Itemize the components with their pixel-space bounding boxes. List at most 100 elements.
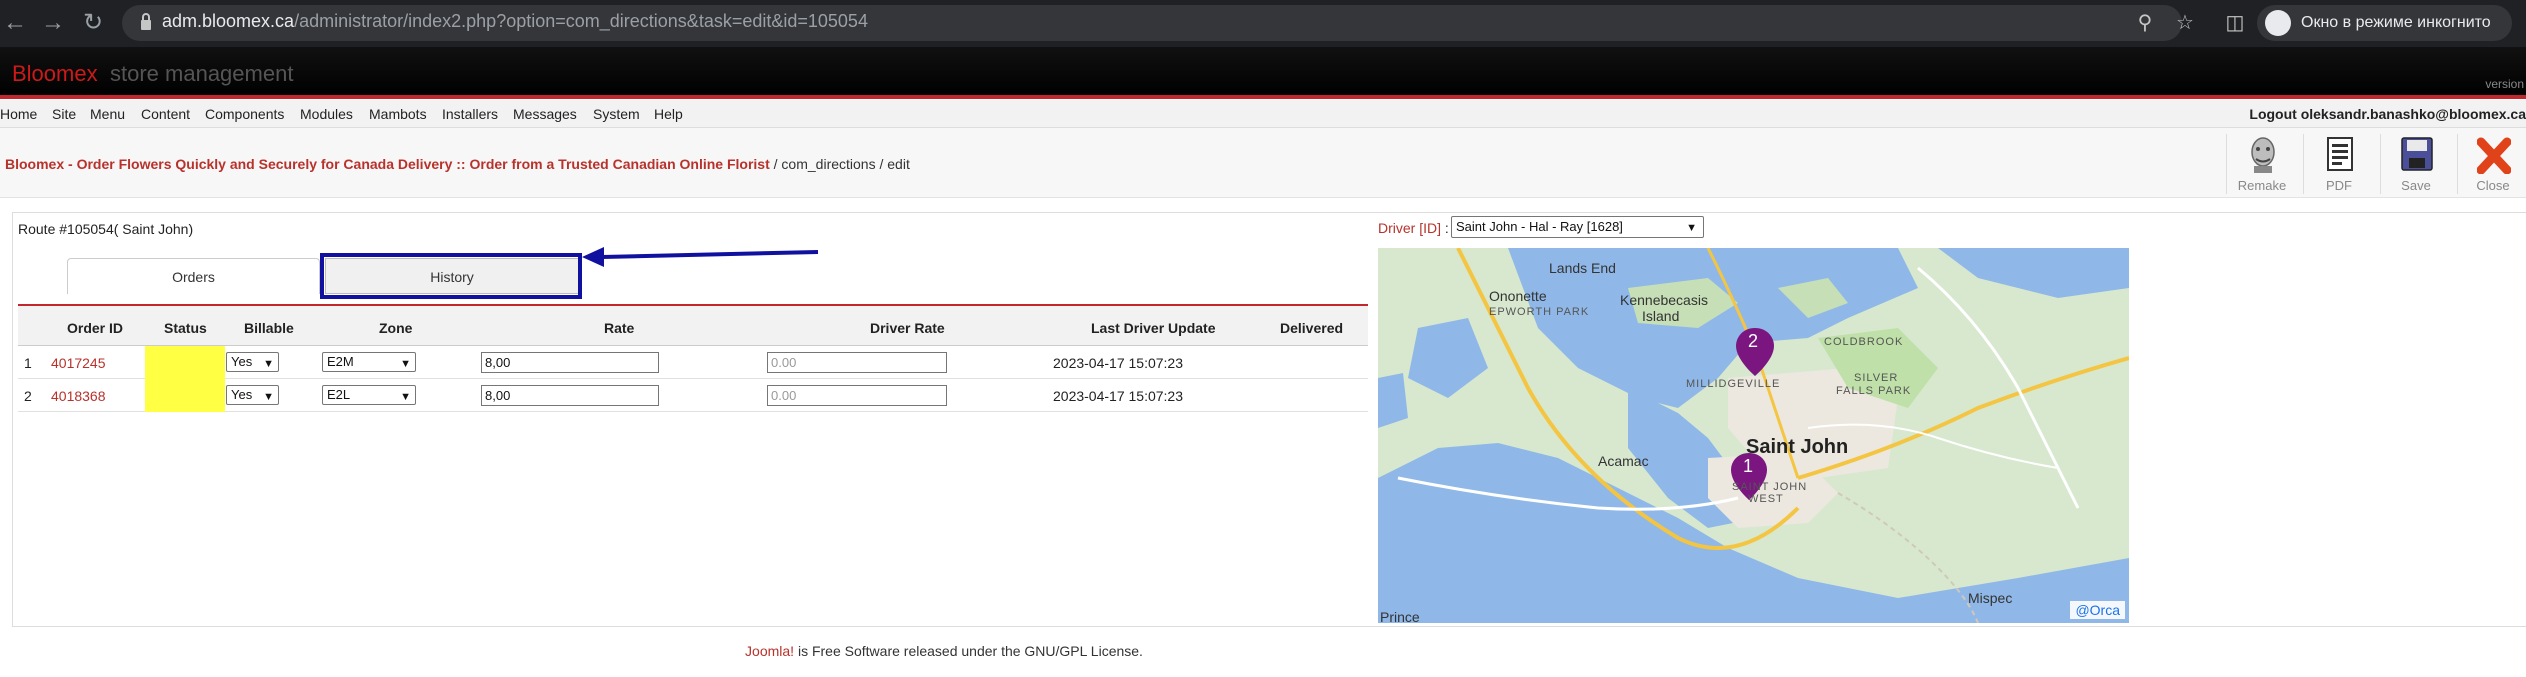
incognito-icon [2265,10,2291,36]
status-cell [145,346,225,379]
save-button[interactable]: Save [2381,132,2451,196]
annotation-highlight-box [320,253,582,299]
reload-icon[interactable]: ↻ [78,8,108,38]
map-label-saint-john: Saint John [1746,436,1849,458]
last-update-value: 2023-04-17 15:07:23 [1053,355,1183,371]
header-status: Status [164,320,207,336]
map-label-west: WEST [1748,493,1784,505]
incognito-badge[interactable]: Окно в режиме инкогнито [2257,5,2512,41]
map-label-lands-end: Lands End [1549,260,1616,276]
menu-menu[interactable]: Menu [90,106,125,122]
map-label-saint-john-west: SAINT JOHN [1732,481,1808,493]
remake-label: Remake [2237,178,2287,193]
remake-button[interactable]: Remake [2227,132,2297,196]
menu-installers[interactable]: Installers [442,106,498,122]
menu-components[interactable]: Components [205,106,284,122]
map-label-mispec: Mispec [1968,590,2013,606]
table-row: 1 4017245 Yes ▼ E2M ▼ 8,00 0.00 2023-04-17… [18,346,1368,379]
toolbar-row: Bloomex - Order Flowers Quickly and Secu… [0,128,2526,198]
close-button[interactable]: Close [2458,132,2526,196]
url-path: /administrator/index2.php?option=com_dir… [294,11,868,31]
header-delivered: Delivered [1280,320,1344,336]
menu-site[interactable]: Site [52,106,76,122]
header-last-update: Last Driver Update [1091,320,1216,336]
pdf-icon [2327,137,2353,171]
back-icon[interactable]: ← [0,8,30,38]
incognito-label: Окно в режиме инкогнито [2301,14,2491,31]
footer: Joomla! is Free Software released under … [0,643,1888,659]
footer-text: is Free Software released under the GNU/… [794,643,1143,659]
driver-rate-input[interactable]: 0.00 [767,385,947,406]
status-cell [145,379,225,412]
driver-label: Driver [ID] : [1378,220,1449,236]
marker-2-number: 2 [1748,331,1759,351]
header-billable: Billable [244,320,294,336]
route-map[interactable]: Lands End Ononette EPWORTH PARK Kennebec… [1378,248,2129,623]
order-id-link[interactable]: 4018368 [51,388,106,404]
map-attribution[interactable]: @Orca [2070,601,2125,619]
menu-content[interactable]: Content [141,106,190,122]
lock-icon [141,13,151,30]
url-text[interactable]: adm.bloomex.ca/administrator/index2.php?… [162,11,868,32]
driver-select[interactable]: Saint John - Hal - Ray [1628] ▼ [1451,216,1704,238]
breadcrumb: Bloomex - Order Flowers Quickly and Secu… [5,156,910,172]
rate-input[interactable]: 8,00 [481,352,659,373]
brand-logo: Bloomex [12,61,98,86]
last-update-value: 2023-04-17 15:07:23 [1053,388,1183,404]
menu-modules[interactable]: Modules [300,106,353,122]
zone-value: E2M [327,354,354,369]
chevron-down-icon: ▼ [400,391,411,403]
map-label-millidgeville: MILLIDGEVILLE [1686,378,1781,390]
zone-select[interactable]: E2L ▼ [322,385,416,405]
tab-orders[interactable]: Orders [67,258,320,294]
sidepanel-icon[interactable]: ◫ [2222,11,2248,37]
menu-help[interactable]: Help [654,106,683,122]
chevron-down-icon: ▼ [1686,222,1697,234]
chevron-down-icon: ▼ [263,358,274,370]
map-label-falls-park: FALLS PARK [1836,385,1912,397]
breadcrumb-site-link[interactable]: Bloomex - Order Flowers Quickly and Secu… [5,156,770,172]
annotation-arrow-icon [582,247,819,267]
menu-messages[interactable]: Messages [513,106,577,122]
header-zone: Zone [379,320,413,336]
row-number: 1 [24,355,32,371]
save-icon [2401,137,2433,171]
close-label: Close [2476,178,2510,193]
chevron-down-icon: ▼ [400,358,411,370]
pdf-button[interactable]: PDF [2304,132,2374,196]
zone-select[interactable]: E2M ▼ [322,352,416,372]
route-title: Route #105054( Saint John) [18,221,194,237]
close-icon [2477,137,2511,174]
row-number: 2 [24,388,32,404]
billable-select[interactable]: Yes ▼ [226,352,279,372]
menu-home[interactable]: Home [0,106,37,122]
brand-subtitle: store management [110,61,294,86]
browser-toolbar: ← → ↻ adm.bloomex.ca/administrator/index… [0,0,2526,47]
billable-select[interactable]: Yes ▼ [226,385,279,405]
map-label-coldbrook: COLDBROOK [1824,336,1904,348]
forward-icon[interactable]: → [38,8,68,38]
menu-system[interactable]: System [593,106,640,122]
map-label-prince: Prince [1380,609,1420,623]
breadcrumb-path: / com_directions / edit [769,156,910,172]
logout-link[interactable]: Logout oleksandr.banashko@bloomex.ca [2249,106,2526,122]
remake-icon [2251,137,2275,173]
header-rate: Rate [604,320,635,336]
joomla-link[interactable]: Joomla! [745,643,794,659]
driver-rate-input[interactable]: 0.00 [767,352,947,373]
billable-value: Yes [231,354,253,369]
table-header: Order ID Status Billable Zone Rate Drive… [18,306,1368,346]
rate-input[interactable]: 8,00 [481,385,659,406]
order-id-link[interactable]: 4017245 [51,355,106,371]
map-label-epworth-park: EPWORTH PARK [1489,306,1590,318]
header-driver-rate: Driver Rate [870,320,945,336]
billable-value: Yes [231,387,253,402]
save-label: Save [2401,178,2431,193]
star-icon[interactable]: ☆ [2172,11,2198,37]
map-label-silver: SILVER [1854,372,1899,384]
menu-mambots[interactable]: Mambots [369,106,427,122]
table-row: 2 4018368 Yes ▼ E2L ▼ 8,00 0.00 2023-04-17… [18,379,1368,412]
zoom-icon[interactable]: ⚲ [2132,11,2158,37]
marker-1-number: 1 [1743,456,1754,476]
driver-selected-value: Saint John - Hal - Ray [1628] [1456,219,1623,234]
